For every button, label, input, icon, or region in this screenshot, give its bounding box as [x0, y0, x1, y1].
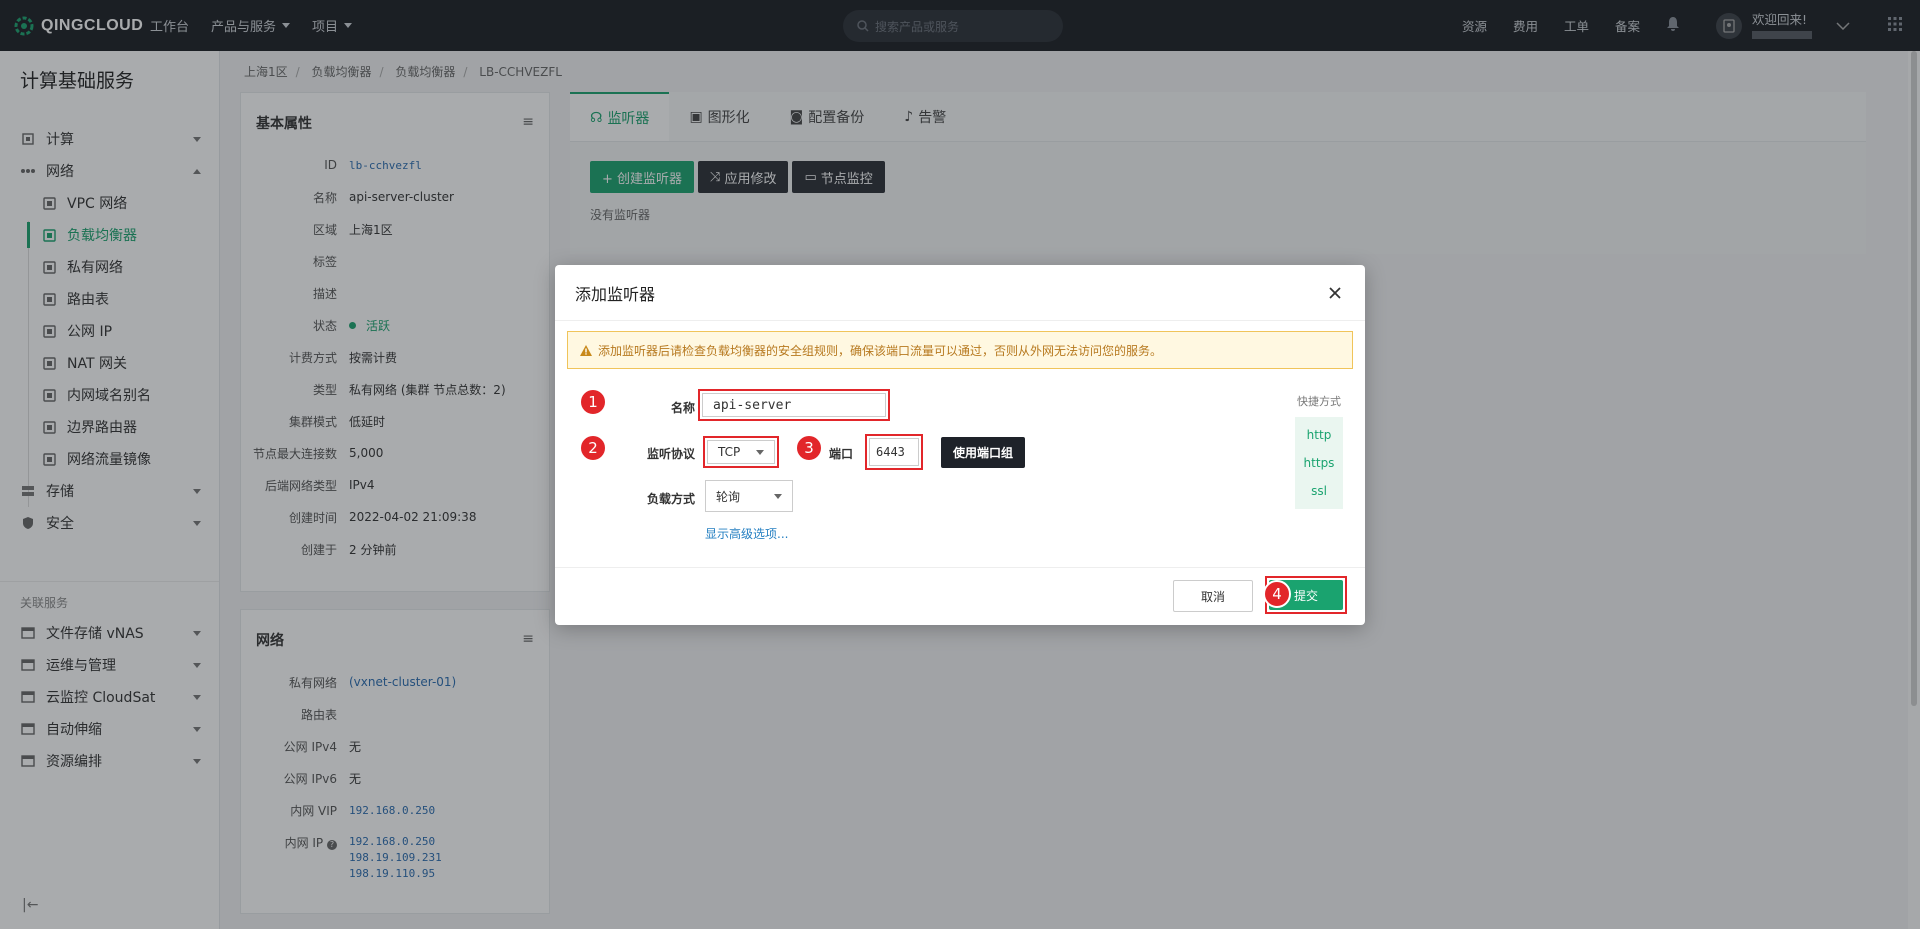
- chevron-down-icon: [774, 494, 782, 499]
- close-icon[interactable]: [1327, 285, 1343, 301]
- step-badge-2: 2: [579, 434, 607, 462]
- dialog-title: 添加监听器: [575, 284, 656, 304]
- step-badge-3: 3: [795, 434, 823, 462]
- balance-value: 轮询: [716, 489, 741, 504]
- warning-icon: [580, 344, 592, 356]
- security-group-warning: 添加监听器后请检查负载均衡器的安全组规则，确保该端口流量可以通过，否则从外网无法…: [567, 331, 1353, 369]
- dialog-footer: 取消 提交 4: [555, 567, 1365, 625]
- quick-https-link[interactable]: https: [1295, 449, 1343, 477]
- use-port-group-button[interactable]: 使用端口组: [941, 437, 1026, 468]
- step-badge-1: 1: [579, 388, 607, 416]
- balance-label: 负载方式: [646, 492, 695, 506]
- show-advanced-link[interactable]: 显示高级选项...: [705, 525, 788, 542]
- add-listener-dialog: 添加监听器 添加监听器后请检查负载均衡器的安全组规则，确保该端口流量可以通过，否…: [555, 265, 1365, 625]
- port-input[interactable]: 6443: [869, 438, 919, 466]
- protocol-label: 监听协议: [646, 447, 695, 461]
- balance-method-select[interactable]: 轮询: [705, 480, 793, 512]
- step-badge-4: 4: [1263, 580, 1291, 608]
- protocol-select[interactable]: TCP: [707, 440, 775, 464]
- quick-http-link[interactable]: http: [1295, 421, 1343, 449]
- quick-presets: 快捷方式 http https ssl: [1291, 393, 1347, 509]
- quick-ssl-link[interactable]: ssl: [1295, 477, 1343, 505]
- port-label: 端口: [828, 447, 853, 461]
- chevron-down-icon: [756, 450, 764, 455]
- protocol-value: TCP: [718, 445, 741, 459]
- name-label: 名称: [670, 401, 695, 415]
- cancel-button[interactable]: 取消: [1173, 580, 1253, 612]
- warning-text: 添加监听器后请检查负载均衡器的安全组规则，确保该端口流量可以通过，否则从外网无法…: [598, 343, 1163, 358]
- quick-presets-title: 快捷方式: [1297, 395, 1341, 408]
- listener-name-input[interactable]: api-server: [702, 393, 886, 417]
